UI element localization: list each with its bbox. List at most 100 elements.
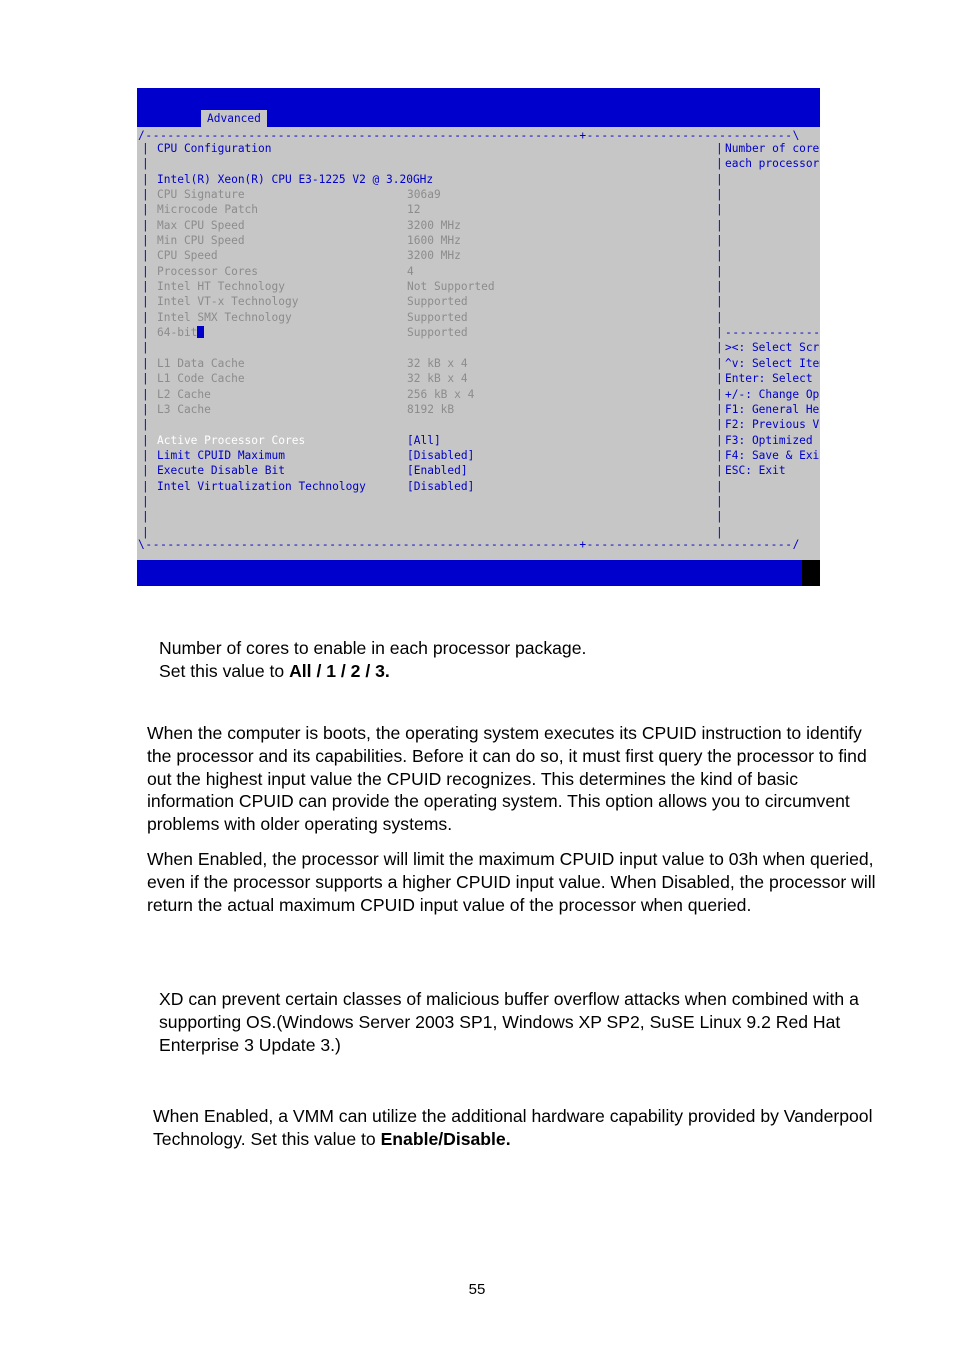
bios-title-bar: Aptio Setup Utility - Copyright (C) 2012… — [137, 88, 820, 127]
cores-setvalue-prefix: Set this value to — [159, 660, 290, 681]
cpu-configuration-panel: CPU Configuration Intel(R) Xeon(R) CPU E… — [157, 141, 717, 494]
bios-tab-bar: Advanced — [137, 110, 820, 127]
vt-setvalue-options: Enable/Disable. — [380, 1128, 511, 1149]
info-value: Supported — [407, 310, 468, 324]
vt-description: When Enabled, a VMM can utilize the addi… — [153, 1106, 873, 1149]
cache-value: 32 kB x 4 — [407, 372, 468, 386]
cpu-name: Intel(R) Xeon(R) CPU E3-1225 V2 @ 3.20GH… — [157, 172, 434, 186]
setting-label: Limit CPUID Maximum — [157, 448, 285, 462]
cache-label: L3 Cache — [157, 402, 211, 416]
cpu-name-row: Intel(R) Xeon(R) CPU E3-1225 V2 @ 3.20GH… — [157, 172, 717, 187]
info-row: CPU Speed 3200 MHz — [157, 248, 717, 263]
info-label: Min CPU Speed — [157, 234, 245, 248]
page-number: 55 — [468, 1281, 486, 1298]
info-label: Intel HT Technology — [157, 280, 285, 294]
spacer-row — [725, 310, 820, 325]
cores-setvalue-options: All / 1 / 2 / 3. — [289, 660, 390, 681]
key-hint: ESC: Exit — [725, 464, 786, 478]
cache-row: L1 Code Cache 32 kB x 4 — [157, 371, 717, 386]
info-row: Intel VT-x Technology Supported — [157, 294, 717, 309]
section-title: CPU Configuration — [157, 142, 272, 155]
info-label: Microcode Patch — [157, 203, 259, 217]
paragraph-execute-disable-bit: XD can prevent certain classes of malici… — [159, 989, 859, 1055]
info-value: 1600 MHz — [407, 234, 461, 248]
cache-value: 32 kB x 4 — [407, 356, 468, 370]
text-cursor — [197, 326, 205, 339]
key-hint: +/-: Change Opt. — [725, 387, 820, 401]
setting-row-limit-cpuid-maximum[interactable]: Limit CPUID Maximum [Disabled] — [157, 448, 717, 463]
cache-row: L3 Cache 8192 kB — [157, 402, 717, 417]
help-text-line2: each processor package. — [725, 157, 820, 171]
info-label: Max CPU Speed — [157, 218, 245, 232]
cache-label: L1 Code Cache — [157, 372, 245, 386]
key-hint: F4: Save & Exit — [725, 448, 820, 462]
info-value: Supported — [407, 326, 468, 340]
info-row: Intel HT Technology Not Supported — [157, 279, 717, 294]
info-value: 4 — [407, 264, 414, 278]
help-line: Number of cores to enable in — [725, 141, 820, 156]
info-label: Processor Cores — [157, 264, 259, 278]
setting-label: Intel Virtualization Technology — [157, 479, 366, 493]
setting-row-execute-disable-bit[interactable]: Execute Disable Bit [Enabled] — [157, 463, 717, 478]
info-row: Min CPU Speed 1600 MHz — [157, 233, 717, 248]
setting-row-active-processor-cores[interactable]: Active Processor Cores [All] — [157, 433, 717, 448]
panel-border-bottom: \---------------------------------------… — [138, 538, 800, 551]
key-hint: ^v: Select Item — [725, 356, 820, 370]
info-value: Supported — [407, 295, 468, 309]
cache-value: 8192 kB — [407, 402, 455, 416]
spacer-row — [157, 156, 717, 171]
section-title-row: CPU Configuration — [157, 141, 717, 156]
info-value: Not Supported — [407, 280, 495, 294]
bios-version-footer: Version 2.15.1229. Copyright (C) 2012 Am… — [137, 560, 820, 586]
setting-value[interactable]: [All] — [407, 434, 441, 447]
setting-label: Execute Disable Bit — [157, 464, 285, 478]
info-row: Processor Cores 4 — [157, 264, 717, 279]
key-hint: F2: Previous Values — [725, 418, 820, 432]
cache-label: L2 Cache — [157, 387, 211, 401]
info-value: 12 — [407, 203, 421, 217]
key-hint: F3: Optimized Defaults — [725, 433, 820, 447]
cache-label: L1 Data Cache — [157, 356, 245, 370]
info-label: Intel VT-x Technology — [157, 295, 299, 309]
help-text-line1: Number of cores to enable in — [725, 142, 820, 155]
spacer-row — [725, 187, 820, 202]
info-label: CPU Speed — [157, 249, 218, 263]
panel-border-middle: | | | | | | | | | | | | | | | | | | | | … — [716, 142, 723, 539]
panel-border-left: | | | | | | | | | | | | | | | | | | | | … — [142, 142, 149, 539]
info-value: 3200 MHz — [407, 218, 461, 232]
spacer-row — [725, 218, 820, 233]
info-row: Intel SMX Technology Supported — [157, 310, 717, 325]
cache-value: 256 kB x 4 — [407, 387, 475, 401]
info-label: Intel SMX Technology — [157, 310, 292, 324]
paragraph-active-processor-cores: Number of cores to enable in each proces… — [159, 637, 899, 683]
setting-row-intel-virtualization-technology[interactable]: Intel Virtualization Technology [Disabled… — [157, 479, 717, 494]
spacer-row — [725, 294, 820, 309]
key-hint: F1: General Help — [725, 402, 820, 416]
help-panel: Number of cores to enable in each proces… — [725, 141, 820, 479]
cache-row: L2 Cache 256 kB x 4 — [157, 387, 717, 402]
help-line: each processor package. — [725, 156, 820, 171]
info-row: Microcode Patch 12 — [157, 202, 717, 217]
paragraph-cpuid-overview: When the computer is boots, the operatin… — [147, 723, 867, 835]
spacer-row — [725, 172, 820, 187]
setting-value[interactable]: [Enabled] — [407, 464, 468, 477]
key-hint: ><: Select Screen — [725, 341, 820, 355]
info-label: 64-bit — [157, 326, 198, 340]
info-row-64bit: 64-bit Supported — [157, 325, 717, 340]
spacer-row — [725, 279, 820, 294]
spacer-row — [157, 340, 717, 355]
bios-setup-screen: Aptio Setup Utility - Copyright (C) 2012… — [137, 88, 820, 586]
footer-corner-block — [802, 560, 820, 586]
tab-advanced[interactable]: Advanced — [201, 110, 267, 127]
paragraph-cpuid-enabled-disabled: When Enabled, the processor will limit t… — [147, 849, 876, 915]
paragraph-virtualization-technology: When Enabled, a VMM can utilize the addi… — [153, 1105, 873, 1151]
setting-label: Active Processor Cores — [157, 433, 306, 447]
info-row: Max CPU Speed 3200 MHz — [157, 218, 717, 233]
setting-value[interactable]: [Disabled] — [407, 449, 474, 462]
spacer-row — [157, 417, 717, 432]
spacer-row — [725, 248, 820, 263]
info-value: 3200 MHz — [407, 249, 461, 263]
spacer-row — [725, 202, 820, 217]
setting-value[interactable]: [Disabled] — [407, 480, 474, 493]
cores-description-line1: Number of cores to enable in each proces… — [159, 638, 587, 658]
